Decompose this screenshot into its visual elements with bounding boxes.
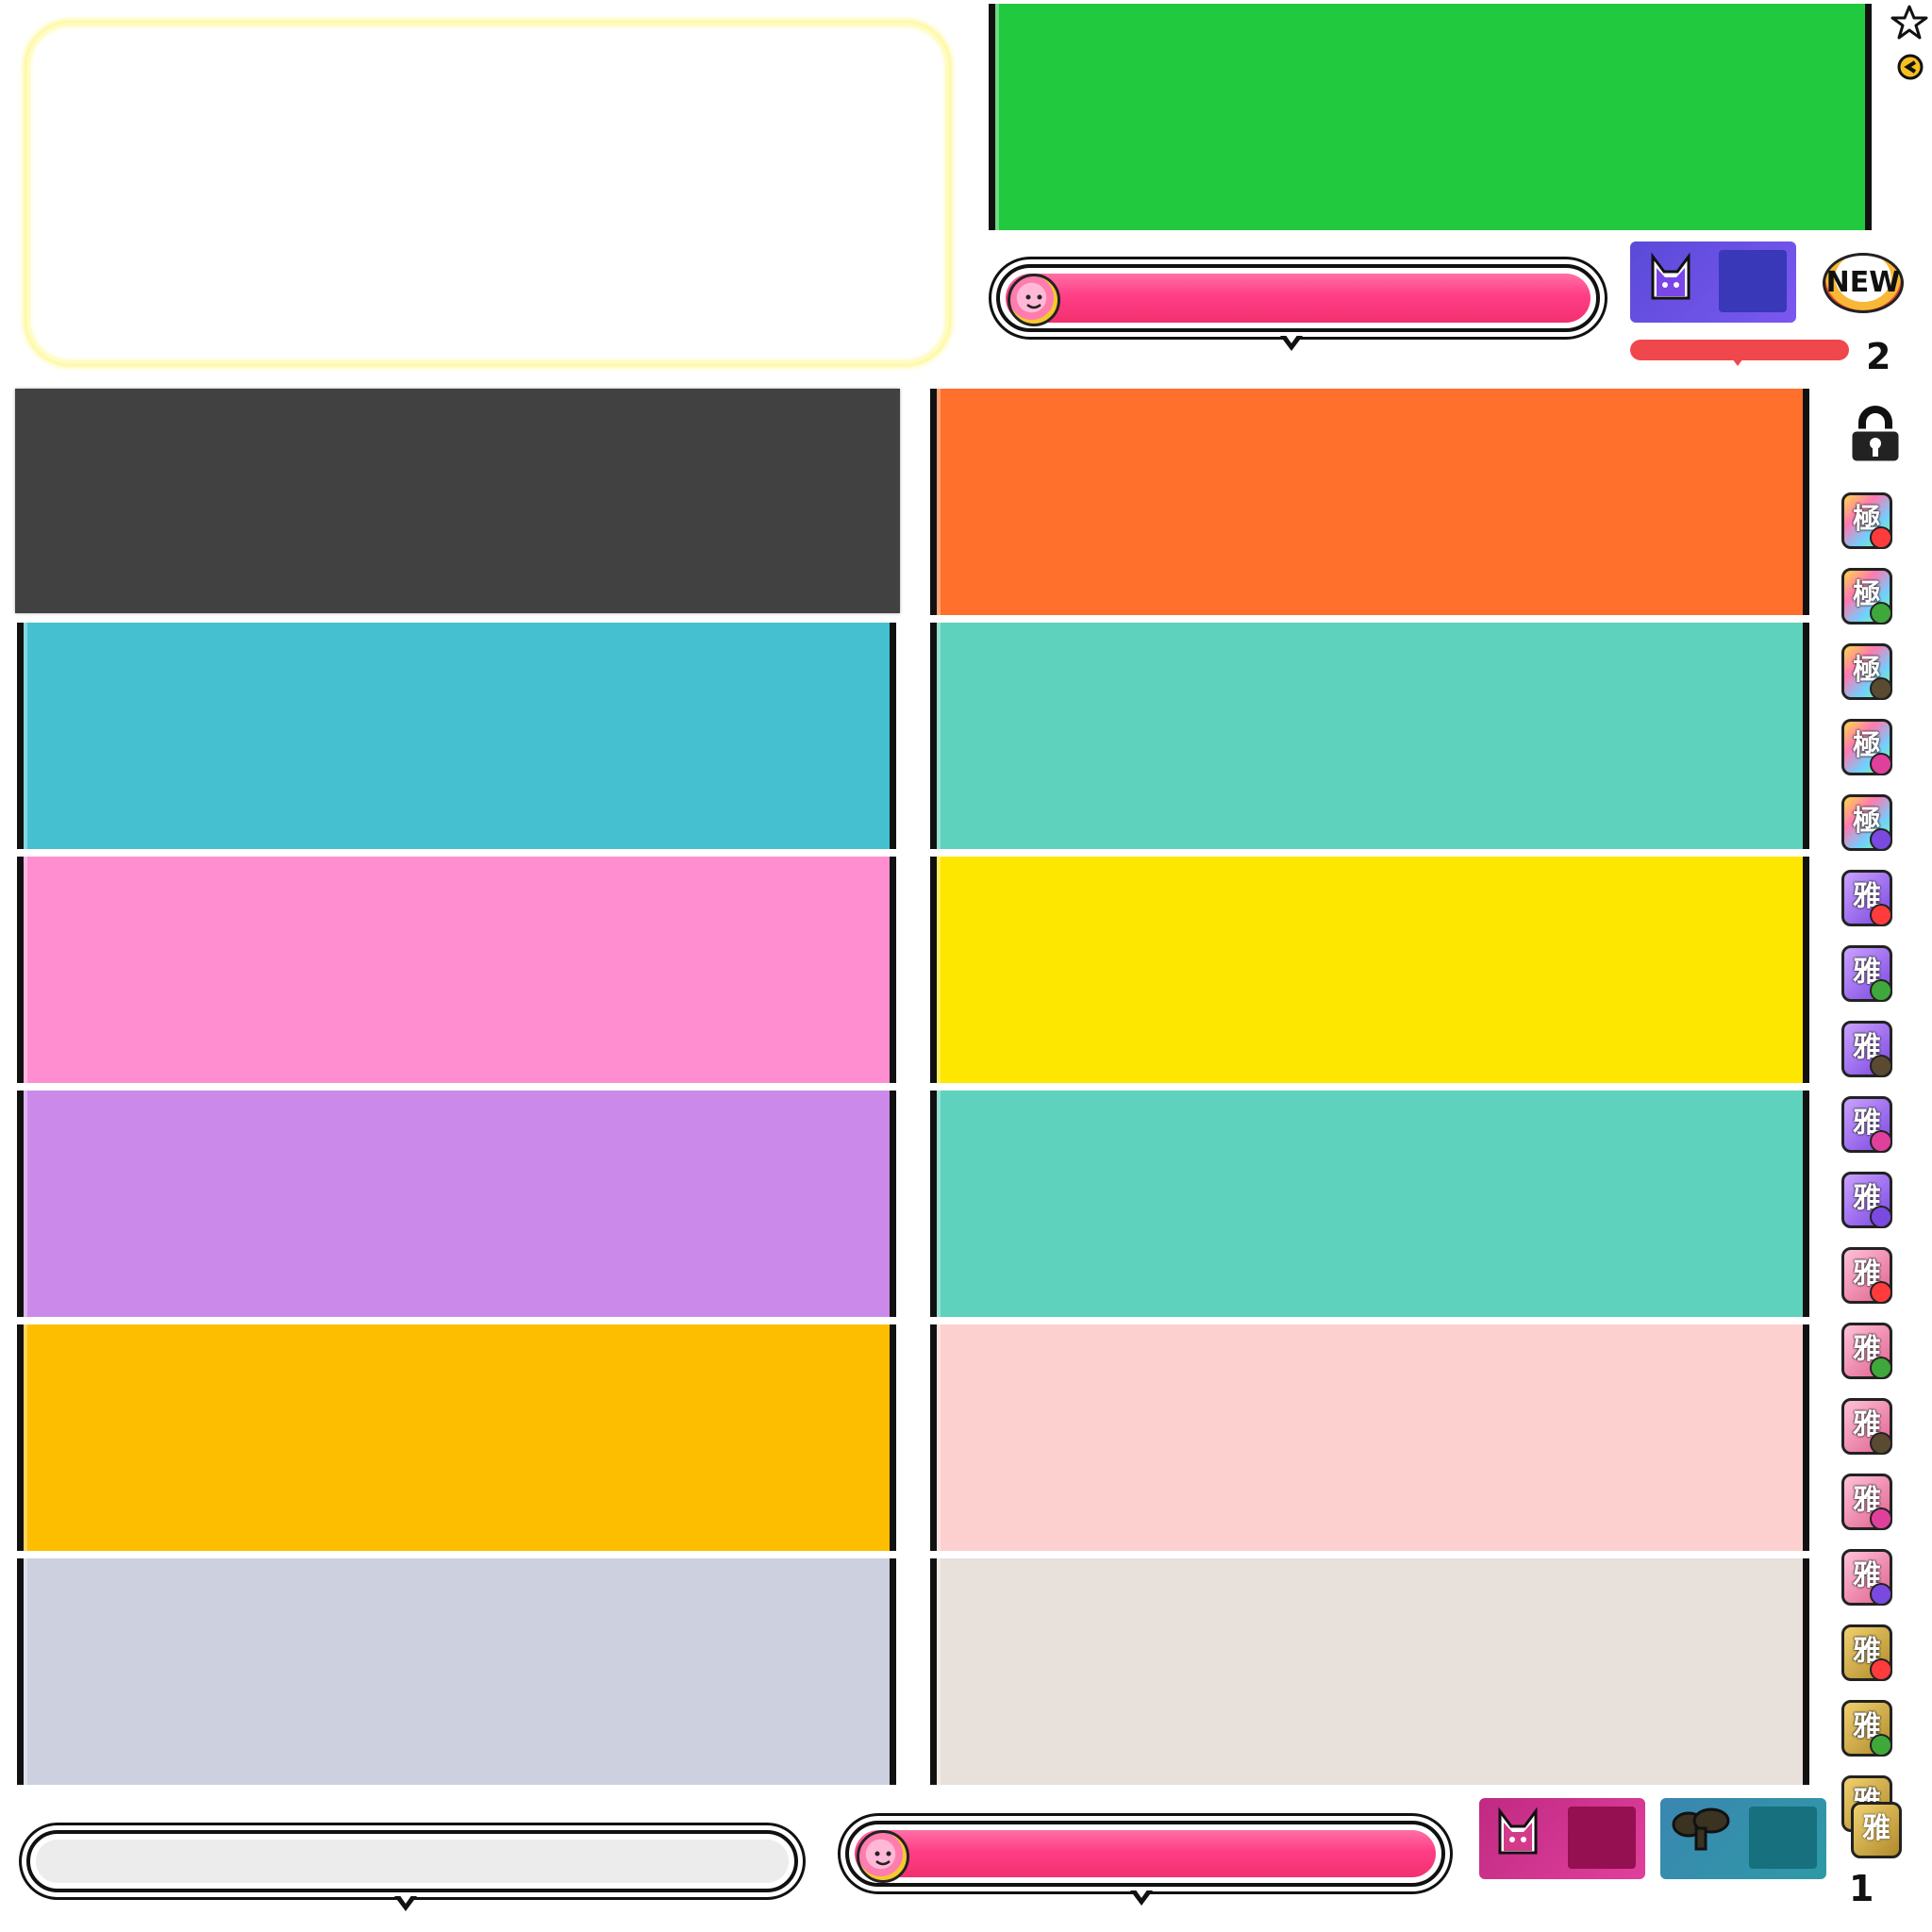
tier-miyabi-pink-icon: 雅 <box>1834 1317 1894 1383</box>
new-badge: NEW <box>1823 253 1904 313</box>
tier-miyabi-purple-accent-dot <box>1870 1206 1892 1228</box>
plate-teal <box>930 623 1809 849</box>
top-gauge <box>996 264 1600 332</box>
bottom-gauge-fill <box>855 1830 1436 1877</box>
plate-light-pink <box>930 1324 1809 1551</box>
tier-miyabi-pink-icon: 雅 <box>1834 1392 1894 1458</box>
cat-mask-icon-magenta <box>1494 1806 1541 1858</box>
tier-miyabi-purple-accent-dot <box>1870 1130 1892 1153</box>
count-bottom: 1 <box>1849 1868 1874 1909</box>
bottom-gauge <box>845 1821 1445 1887</box>
tier-miyabi-pink-icon: 雅 <box>1834 1468 1894 1534</box>
empty-gauge-track <box>36 1840 789 1883</box>
purple-cat-badge[interactable] <box>1630 242 1796 323</box>
magenta-cat-badge[interactable] <box>1479 1798 1645 1879</box>
blank-glow-panel <box>26 23 949 364</box>
plate-amber <box>17 1324 896 1551</box>
tier-miyabi-purple-icon: 雅 <box>1834 1091 1894 1157</box>
teal-badge-slot <box>1749 1807 1817 1869</box>
cat-mask-icon <box>1647 251 1694 304</box>
top-gauge-pointer <box>1280 334 1303 351</box>
smiley-face-icon-bottom <box>857 1830 909 1883</box>
empty-gauge <box>26 1830 798 1892</box>
tier-kiwami-icon: 極 <box>1834 789 1894 855</box>
plate-yellow <box>930 857 1809 1083</box>
tier-miyabi-pink-icon: 雅 <box>1834 1241 1894 1307</box>
magenta-badge-slot <box>1568 1807 1636 1869</box>
tier-miyabi-purple-accent-dot <box>1870 979 1892 1002</box>
top-gauge-fill <box>1006 274 1591 323</box>
tier-miyabi-purple-icon: 雅 <box>1834 1166 1894 1232</box>
tier-miyabi-gold-icon: 雅 <box>1834 1619 1894 1685</box>
tier-miyabi-pink-icon: 雅 <box>1834 1543 1894 1609</box>
tier-miyabi-purple-icon: 雅 <box>1834 864 1894 930</box>
plate-lavender-grey <box>17 1558 896 1785</box>
tier-kiwami-accent-dot <box>1870 526 1892 549</box>
tier-miyabi-pink-accent-dot <box>1870 1507 1892 1530</box>
tier-miyabi-gold-accent-dot <box>1870 1658 1892 1681</box>
count-top: 2 <box>1866 336 1891 377</box>
plate-pink <box>17 857 896 1083</box>
teal-tree-badge[interactable] <box>1660 1798 1826 1879</box>
tier-miyabi-gold-accent-dot <box>1870 1734 1892 1757</box>
plate-beige <box>930 1558 1809 1785</box>
tier-miyabi-pink-accent-dot <box>1870 1432 1892 1455</box>
green-banner <box>989 4 1872 230</box>
tier-miyabi-gold-icon: 雅 <box>1834 1694 1894 1760</box>
lock-icon <box>1845 404 1906 466</box>
red-status-bar <box>1630 340 1849 360</box>
star-icon <box>1890 4 1928 42</box>
tier-miyabi-pink-accent-dot <box>1870 1583 1892 1606</box>
purple-badge-slot <box>1719 250 1787 312</box>
plate-purple <box>17 1091 896 1317</box>
tier-miyabi-purple-accent-dot <box>1870 1055 1892 1077</box>
tier-kiwami-accent-dot <box>1870 602 1892 625</box>
tier-miyabi-pink-accent-dot <box>1870 1357 1892 1379</box>
tier-miyabi-pink-accent-dot <box>1870 1281 1892 1304</box>
bonsai-tree-icon <box>1668 1806 1734 1853</box>
tier-miyabi-purple-icon: 雅 <box>1834 940 1894 1006</box>
tier-miyabi-purple-accent-dot <box>1870 904 1892 926</box>
plate-dark <box>15 389 900 613</box>
tier-kiwami-icon: 極 <box>1834 562 1894 628</box>
empty-gauge-pointer <box>394 1894 417 1911</box>
tier-miyabi-purple-icon: 雅 <box>1834 1015 1894 1081</box>
smiley-face-icon <box>1008 274 1060 326</box>
plate-teal-2 <box>930 1091 1809 1317</box>
plate-orange <box>930 389 1809 615</box>
tier-kiwami-icon: 極 <box>1834 638 1894 704</box>
tier-kiwami-accent-dot <box>1870 753 1892 775</box>
coin-icon <box>1896 53 1924 81</box>
tier-kiwami-icon: 極 <box>1834 487 1894 553</box>
red-status-pointer <box>1732 358 1743 366</box>
tier-miyabi-gold-icon-final: 雅 <box>1843 1796 1904 1862</box>
bottom-gauge-pointer <box>1130 1889 1153 1906</box>
tier-kiwami-accent-dot <box>1870 677 1892 700</box>
tier-kiwami-icon: 極 <box>1834 713 1894 779</box>
tier-kiwami-accent-dot <box>1870 828 1892 851</box>
plate-cyan <box>17 623 896 849</box>
